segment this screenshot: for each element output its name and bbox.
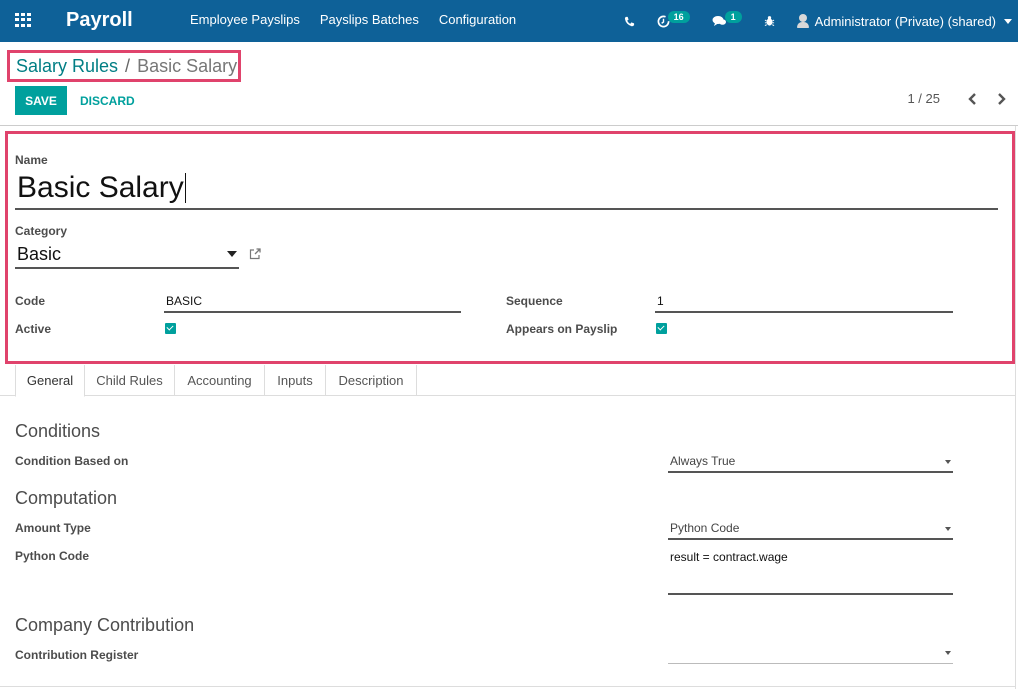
appears-on-payslip-label: Appears on Payslip <box>506 322 618 336</box>
name-label: Name <box>15 153 48 167</box>
condition-based-on-label: Condition Based on <box>15 454 129 468</box>
company-contribution-heading: Company Contribution <box>15 615 195 635</box>
user-avatar-icon <box>796 14 809 28</box>
conditions-heading: Conditions <box>15 421 101 441</box>
tab-accounting[interactable]: Accounting <box>175 365 265 396</box>
app-name[interactable]: Payroll <box>66 9 133 32</box>
messages-button[interactable]: 1 <box>712 11 742 27</box>
tab-general[interactable]: General <box>15 365 85 397</box>
apps-menu-icon[interactable] <box>15 13 33 27</box>
code-label: Code <box>15 294 45 308</box>
tab-inputs[interactable]: Inputs <box>265 365 326 396</box>
control-panel-divider <box>0 125 1018 126</box>
external-link-icon[interactable] <box>249 248 261 260</box>
python-code-label: Python Code <box>15 549 89 563</box>
top-navbar: Payroll Employee Payslips Payslips Batch… <box>0 0 1018 42</box>
tab-child-rules[interactable]: Child Rules <box>85 365 175 396</box>
dropdown-caret-icon <box>945 527 951 531</box>
systray: 16 1 Administrator (Private) (shared) <box>624 0 1018 42</box>
amount-type-value: Python Code <box>670 521 740 535</box>
category-value: Basic <box>17 243 62 264</box>
dropdown-caret-icon <box>227 251 237 257</box>
sheet-border <box>1015 126 1016 689</box>
phone-icon <box>624 16 634 26</box>
sheet-bottom-border <box>0 686 1015 687</box>
tab-description[interactable]: Description <box>326 365 417 396</box>
debug-button[interactable] <box>764 15 775 27</box>
messages-count-badge: 1 <box>724 11 742 23</box>
chevron-right-icon[interactable] <box>996 92 1006 105</box>
activity-count-badge: 16 <box>667 11 690 23</box>
text-cursor <box>184 173 186 203</box>
category-select[interactable]: Basic <box>15 241 239 269</box>
contribution-register-label: Contribution Register <box>15 648 139 662</box>
active-label: Active <box>15 322 52 336</box>
pager-value[interactable]: 1 / 25 <box>907 91 940 106</box>
code-value: BASIC <box>166 294 203 308</box>
phone-button[interactable] <box>624 16 635 27</box>
contribution-register-select[interactable] <box>668 642 953 664</box>
chevron-left-icon[interactable] <box>968 92 978 105</box>
sequence-label: Sequence <box>506 294 563 308</box>
computation-heading: Computation <box>15 488 118 508</box>
sequence-input[interactable]: 1 <box>655 291 953 313</box>
save-button[interactable]: SAVE <box>15 86 67 115</box>
discard-button[interactable]: DISCARD <box>80 86 135 115</box>
menu-employee-payslips[interactable]: Employee Payslips <box>190 12 300 27</box>
name-input[interactable]: Basic Salary <box>15 168 998 210</box>
user-name: Administrator (Private) (shared) <box>814 13 996 29</box>
condition-based-on-value: Always True <box>670 454 736 468</box>
breadcrumb-salary-rules[interactable]: Salary Rules <box>16 56 118 77</box>
active-checkbox[interactable] <box>165 323 176 334</box>
breadcrumb-separator: / <box>125 55 131 76</box>
amount-type-label: Amount Type <box>15 521 91 535</box>
python-code-textarea[interactable]: result = contract.wage <box>668 548 953 595</box>
notebook-tabs: General Child Rules Accounting Inputs De… <box>0 365 1015 397</box>
bug-icon <box>764 16 774 26</box>
breadcrumb: Salary Rules / Basic Salary <box>7 50 241 82</box>
name-value: Basic Salary <box>17 171 184 204</box>
menu-configuration[interactable]: Configuration <box>439 12 516 27</box>
sequence-value: 1 <box>657 294 664 308</box>
menu-payslips-batches[interactable]: Payslips Batches <box>320 12 419 27</box>
dropdown-caret-icon <box>945 651 951 655</box>
dropdown-caret-icon <box>945 460 951 464</box>
main-menu: Employee Payslips Payslips Batches Confi… <box>190 12 536 27</box>
appears-on-payslip-checkbox[interactable] <box>656 323 667 334</box>
amount-type-select[interactable]: Python Code <box>668 518 953 540</box>
chevron-down-icon <box>1004 18 1012 24</box>
pager: 1 / 25 <box>907 91 1006 106</box>
condition-based-on-select[interactable]: Always True <box>668 451 953 473</box>
category-label: Category <box>15 224 68 238</box>
activity-button[interactable]: 16 <box>657 11 690 28</box>
code-input[interactable]: BASIC <box>164 291 461 313</box>
breadcrumb-current: Basic Salary <box>137 55 238 76</box>
user-menu[interactable]: Administrator (Private) (shared) <box>796 13 1012 29</box>
